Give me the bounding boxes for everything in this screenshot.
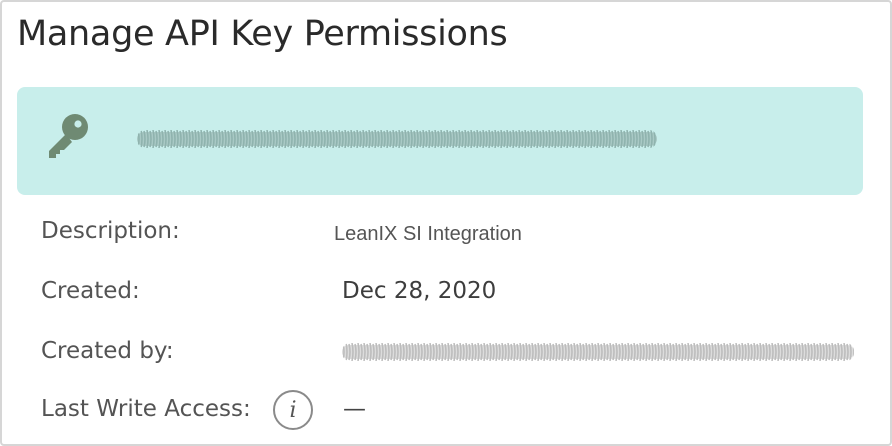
last-write-access-label: Last Write Access: [41,396,251,422]
last-write-access-value: — [343,396,366,422]
manage-api-key-panel: Manage API Key Permissions Description: … [0,0,892,446]
created-value: Dec 28, 2020 [342,278,497,304]
description-value: LeanIX SI Integration [334,223,522,245]
api-key-value-redacted [137,130,657,148]
api-key-card [17,87,863,195]
created-label: Created: [41,278,140,304]
created-by-value-redacted [342,343,854,361]
key-icon [49,114,88,158]
created-by-label: Created by: [41,338,174,364]
info-icon[interactable]: i [273,390,313,430]
page-title: Manage API Key Permissions [17,14,508,54]
description-label: Description: [41,218,180,244]
